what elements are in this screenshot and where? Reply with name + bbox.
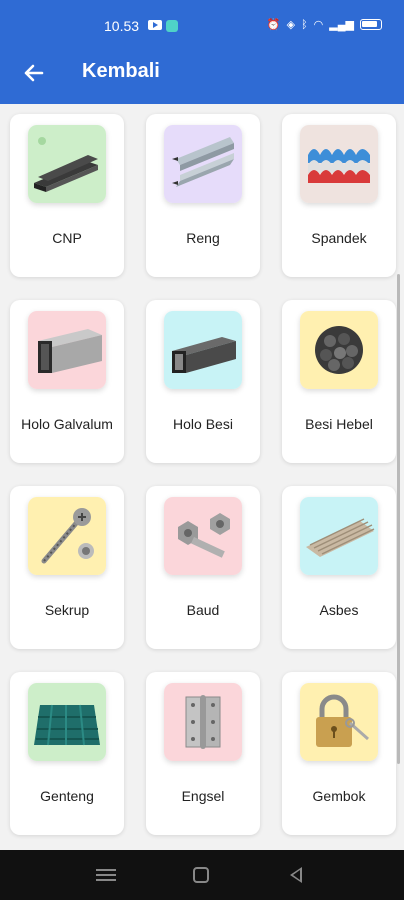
back-icon[interactable]	[290, 867, 302, 883]
status-time: 10.53	[104, 18, 140, 34]
holo-besi-image	[164, 311, 242, 389]
category-list[interactable]: CNP Reng Spandek Holo Galvalum Holo Besi…	[0, 104, 404, 850]
category-label: CNP	[52, 230, 82, 246]
category-label: Gembok	[312, 788, 366, 804]
category-label: Engsel	[181, 788, 225, 804]
category-card-holo-galvalum[interactable]: Holo Galvalum	[10, 300, 124, 463]
category-grid: CNP Reng Spandek Holo Galvalum Holo Besi…	[10, 114, 396, 835]
category-card-sekrup[interactable]: Sekrup	[10, 486, 124, 649]
category-card-reng[interactable]: Reng	[146, 114, 260, 277]
page-title: Kembali	[82, 60, 160, 82]
category-label: Genteng	[40, 788, 94, 804]
spandek-image	[300, 125, 378, 203]
genteng-image	[28, 683, 106, 761]
asbes-image	[300, 497, 378, 575]
recents-icon[interactable]	[96, 866, 116, 884]
scrollbar[interactable]	[397, 274, 400, 764]
category-card-gembok[interactable]: Gembok	[282, 672, 396, 835]
alarm-icon: ⏰	[266, 19, 281, 31]
category-card-engsel[interactable]: Engsel	[146, 672, 260, 835]
status-bar: 10.53 ⏰ ◈ ᛒ ◠ ▂▄▆	[0, 0, 404, 42]
category-card-baud[interactable]: Baud	[146, 486, 260, 649]
engsel-image	[164, 683, 242, 761]
notification-icons	[148, 20, 178, 32]
besi-hebel-image	[300, 311, 378, 389]
category-card-cnp[interactable]: CNP	[10, 114, 124, 277]
category-card-genteng[interactable]: Genteng	[10, 672, 124, 835]
category-label: Holo Galvalum	[21, 416, 113, 432]
category-card-holo-besi[interactable]: Holo Besi	[146, 300, 260, 463]
category-label: Holo Besi	[173, 416, 233, 432]
vibrate-icon: ◈	[286, 19, 296, 31]
system-nav-bar	[0, 850, 404, 900]
system-icons: ⏰ ◈ ᛒ ◠ ▂▄▆	[267, 18, 382, 31]
category-label: Asbes	[319, 602, 359, 618]
category-label: Baud	[186, 602, 220, 618]
category-label: Sekrup	[44, 602, 90, 618]
gembok-image	[300, 683, 378, 761]
category-card-asbes[interactable]: Asbes	[282, 486, 396, 649]
category-label: Reng	[186, 230, 220, 246]
home-icon[interactable]	[193, 867, 209, 883]
sekrup-image	[28, 497, 106, 575]
category-card-besi-hebel[interactable]: Besi Hebel	[282, 300, 396, 463]
wifi-icon: ◠	[313, 19, 324, 31]
youtube-icon	[148, 20, 162, 30]
cnp-image	[28, 125, 106, 203]
category-label: Besi Hebel	[305, 416, 373, 432]
holo-galvalum-image	[28, 311, 106, 389]
app-bar: Kembali	[0, 42, 404, 104]
chat-app-icon	[166, 20, 178, 32]
category-label: Spandek	[311, 230, 367, 246]
category-card-spandek[interactable]: Spandek	[282, 114, 396, 277]
signal-icon: ▂▄▆	[329, 19, 354, 31]
bluetooth-icon: ᛒ	[301, 18, 308, 31]
baud-image	[164, 497, 242, 575]
battery-icon	[360, 19, 382, 30]
reng-image	[164, 125, 242, 203]
arrow-left-icon[interactable]	[18, 58, 48, 88]
